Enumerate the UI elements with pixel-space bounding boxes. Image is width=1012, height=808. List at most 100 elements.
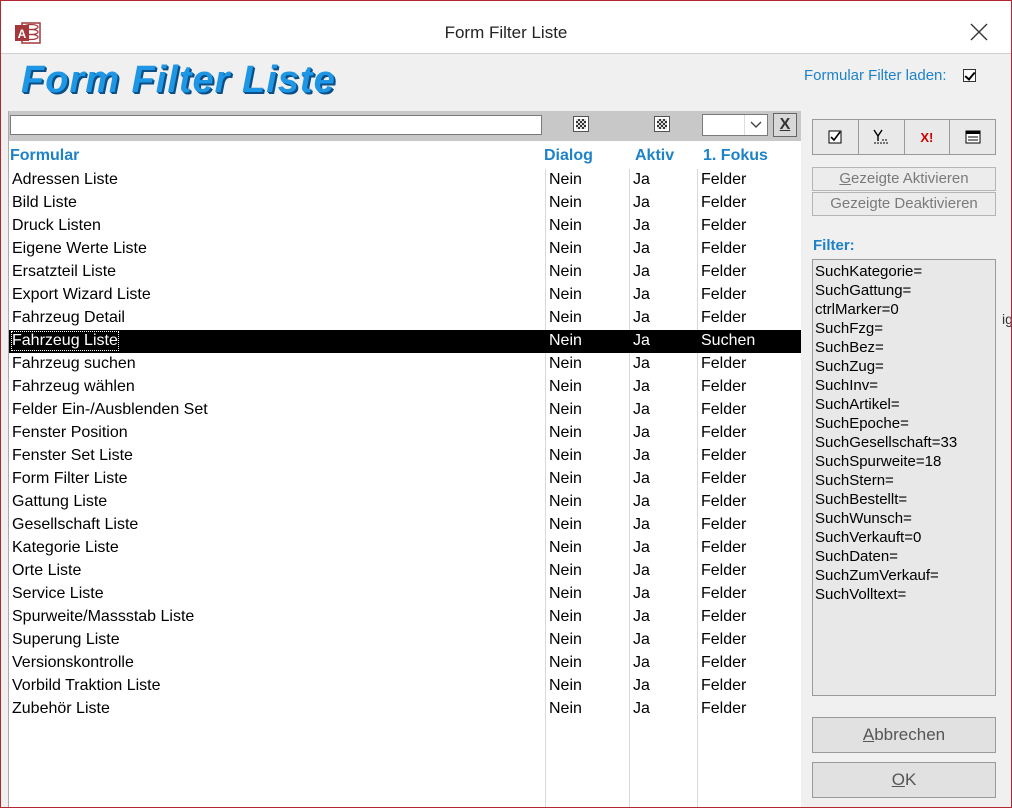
cell-dialog: Nein bbox=[549, 470, 582, 487]
cell-dialog: Nein bbox=[549, 263, 582, 280]
cell-formular: Ersatzteil Liste bbox=[12, 263, 117, 280]
column-header-aktiv[interactable]: Aktiv bbox=[635, 147, 674, 165]
cell-fokus: Felder bbox=[701, 470, 747, 487]
cell-dialog: Nein bbox=[549, 286, 582, 303]
formular-filter-checkbox[interactable] bbox=[963, 69, 976, 82]
cell-aktiv: Ja bbox=[633, 355, 650, 372]
table-row[interactable]: Fahrzeug suchen Nein Ja Felder bbox=[9, 353, 802, 376]
cancel-button[interactable]: Abbrechen bbox=[812, 717, 996, 753]
filter-line: SuchVerkauft=0 bbox=[815, 529, 922, 546]
table-row[interactable]: Superung Liste Nein Ja Felder bbox=[9, 629, 802, 652]
filter-line: ctrlMarker=0 bbox=[815, 301, 899, 318]
table-row[interactable]: Gesellschaft Liste Nein Ja Felder bbox=[9, 514, 802, 537]
column-header-fokus[interactable]: 1. Fokus bbox=[703, 147, 768, 165]
cell-formular: Fahrzeug Liste bbox=[11, 331, 119, 351]
cell-aktiv: Ja bbox=[633, 493, 650, 510]
table-row[interactable]: Vorbild Traktion Liste Nein Ja Felder bbox=[9, 675, 802, 698]
cell-aktiv: Ja bbox=[633, 447, 650, 464]
filter-sum-button[interactable] bbox=[859, 120, 905, 154]
filter-text-box[interactable]: SuchKategorie= SuchGattung= ctrlMarker=0 Su… bbox=[812, 259, 996, 696]
table-row[interactable]: Felder Ein-/Ausblenden Set Nein Ja Felder bbox=[9, 399, 802, 422]
table-row[interactable]: Fahrzeug Detail Nein Ja Felder bbox=[9, 307, 802, 330]
table-row[interactable]: Orte Liste Nein Ja Felder bbox=[9, 560, 802, 583]
fokus-filter-combo[interactable] bbox=[702, 114, 768, 136]
cell-dialog: Nein bbox=[549, 516, 582, 533]
table-row[interactable]: Fahrzeug Liste Nein Ja Suchen bbox=[9, 330, 802, 353]
deactivate-shown-button[interactable]: Gezeigte Deaktivieren bbox=[812, 192, 996, 216]
filter-line: SuchBez= bbox=[815, 339, 884, 356]
table-row[interactable]: Eigene Werte Liste Nein Ja Felder bbox=[9, 238, 802, 261]
table-row[interactable]: Fenster Position Nein Ja Felder bbox=[9, 422, 802, 445]
cell-formular: Fenster Set Liste bbox=[12, 447, 133, 464]
activate-shown-label: ezeigte Aktivieren bbox=[851, 170, 969, 187]
form-view-button[interactable] bbox=[950, 120, 995, 154]
table-row[interactable]: Adressen Liste Nein Ja Felder bbox=[9, 169, 802, 192]
cell-aktiv: Ja bbox=[633, 677, 650, 694]
window-title: Form Filter Liste bbox=[444, 23, 568, 42]
table-row[interactable]: Druck Listen Nein Ja Felder bbox=[9, 215, 802, 238]
column-header-formular[interactable]: Formular bbox=[10, 147, 79, 165]
cell-aktiv: Ja bbox=[633, 470, 650, 487]
filter-line: SuchFzg= bbox=[815, 320, 883, 337]
cell-formular: Vorbild Traktion Liste bbox=[12, 677, 161, 694]
cell-dialog: Nein bbox=[549, 378, 582, 395]
filter-sum-icon bbox=[873, 129, 889, 144]
delete-filter-button[interactable]: X! bbox=[905, 120, 951, 154]
cell-formular: Kategorie Liste bbox=[12, 539, 119, 556]
cell-aktiv: Ja bbox=[633, 171, 650, 188]
cell-fokus: Felder bbox=[701, 240, 747, 257]
cell-fokus: Felder bbox=[701, 562, 747, 579]
cell-dialog: Nein bbox=[549, 332, 582, 349]
background-window-fragment: ig bbox=[1002, 311, 1012, 327]
chevron-down-icon[interactable] bbox=[744, 115, 767, 135]
formular-search-input[interactable] bbox=[10, 115, 542, 135]
table-row[interactable]: Fenster Set Liste Nein Ja Felder bbox=[9, 445, 802, 468]
activate-shown-accel: G bbox=[839, 170, 852, 187]
cell-dialog: Nein bbox=[549, 493, 582, 510]
cell-formular: Gesellschaft Liste bbox=[12, 516, 139, 533]
close-button[interactable] bbox=[959, 15, 999, 49]
table-row[interactable]: Form Filter Liste Nein Ja Felder bbox=[9, 468, 802, 491]
cell-formular: Felder Ein-/Ausblenden Set bbox=[12, 401, 208, 418]
filter-line: SuchKategorie= bbox=[815, 263, 923, 280]
table-row[interactable]: Zubehör Liste Nein Ja Felder bbox=[9, 698, 802, 721]
cell-dialog: Nein bbox=[549, 562, 582, 579]
cell-aktiv: Ja bbox=[633, 562, 650, 579]
dialog-filter-toggle[interactable] bbox=[573, 116, 589, 132]
table-row[interactable]: Kategorie Liste Nein Ja Felder bbox=[9, 537, 802, 560]
table-row[interactable]: Versionskontrolle Nein Ja Felder bbox=[9, 652, 802, 675]
close-icon bbox=[970, 23, 988, 41]
cell-dialog: Nein bbox=[549, 424, 582, 441]
table-row[interactable]: Ersatzteil Liste Nein Ja Felder bbox=[9, 261, 802, 284]
table-row[interactable]: Spurweite/Massstab Liste Nein Ja Felder bbox=[9, 606, 802, 629]
table-row[interactable]: Fahrzeug wählen Nein Ja Felder bbox=[9, 376, 802, 399]
aktiv-filter-toggle[interactable] bbox=[654, 116, 670, 132]
filter-line: SuchEpoche= bbox=[815, 415, 909, 432]
cell-formular: Form Filter Liste bbox=[12, 470, 128, 487]
cell-fokus: Felder bbox=[701, 631, 747, 648]
cell-formular: Versionskontrolle bbox=[12, 654, 134, 671]
filter-label: Filter: bbox=[813, 237, 855, 254]
table-row[interactable]: Gattung Liste Nein Ja Felder bbox=[9, 491, 802, 514]
table-row[interactable]: Service Liste Nein Ja Felder bbox=[9, 583, 802, 606]
column-header-dialog[interactable]: Dialog bbox=[544, 147, 593, 165]
cell-fokus: Felder bbox=[701, 677, 747, 694]
ok-button[interactable]: OK bbox=[812, 762, 996, 798]
cell-aktiv: Ja bbox=[633, 194, 650, 211]
cell-aktiv: Ja bbox=[633, 332, 650, 349]
cell-formular: Superung Liste bbox=[12, 631, 120, 648]
check-all-button[interactable] bbox=[813, 120, 859, 154]
table-row[interactable]: Bild Liste Nein Ja Felder bbox=[9, 192, 802, 215]
cell-dialog: Nein bbox=[549, 194, 582, 211]
cell-aktiv: Ja bbox=[633, 424, 650, 441]
filter-line: SuchVolltext= bbox=[815, 586, 907, 603]
activate-shown-button[interactable]: Gezeigte Aktivieren bbox=[812, 167, 996, 191]
cell-aktiv: Ja bbox=[633, 309, 650, 326]
filter-line: SuchZumVerkauf= bbox=[815, 567, 939, 584]
form-header: Form Filter Liste Formular Filter laden: bbox=[1, 54, 1011, 110]
cell-aktiv: Ja bbox=[633, 700, 650, 717]
table-row[interactable]: Export Wizard Liste Nein Ja Felder bbox=[9, 284, 802, 307]
clear-filter-button[interactable]: X bbox=[773, 113, 797, 137]
cell-formular: Druck Listen bbox=[12, 217, 101, 234]
cell-formular: Fahrzeug Detail bbox=[12, 309, 125, 326]
